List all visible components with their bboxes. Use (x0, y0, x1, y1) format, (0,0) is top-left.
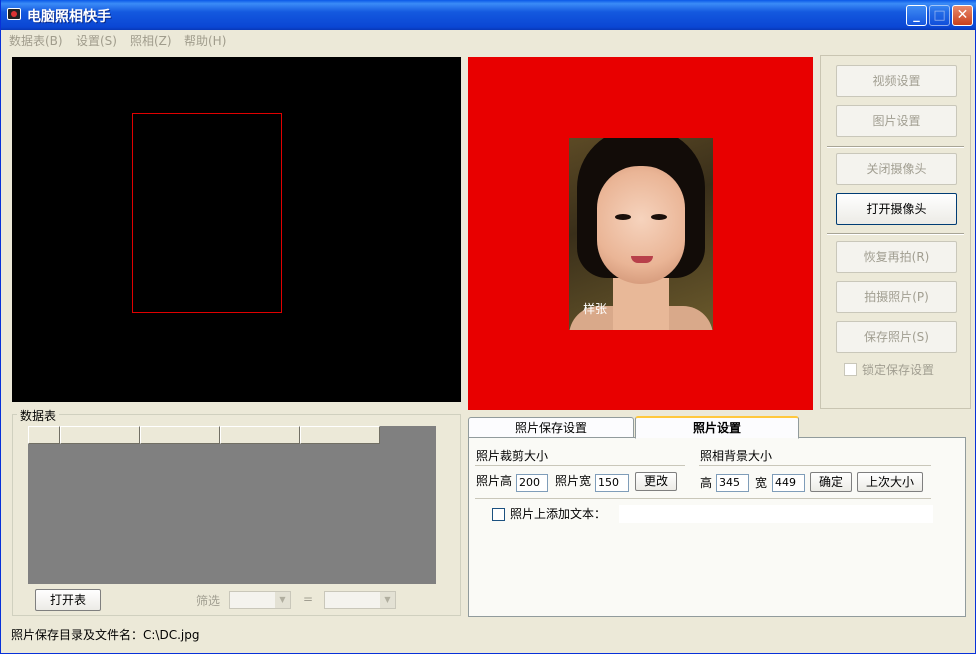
bg-width-input[interactable]: 449 (772, 474, 805, 492)
menu-bar: 数据表(B) 设置(S) 照相(Z) 帮助(H) (1, 30, 976, 50)
photo-height-input[interactable]: 200 (516, 474, 548, 492)
image-settings-button[interactable]: 图片设置 (836, 105, 957, 137)
photo-width-input[interactable]: 150 (595, 474, 629, 492)
add-text-checkbox[interactable] (492, 508, 505, 521)
sample-label: 样张 (583, 302, 608, 316)
divider (475, 465, 685, 466)
take-photo-button[interactable]: 拍摄照片(P) (836, 281, 957, 313)
photo-settings-pane: 照片裁剪大小 照相背景大小 照片高 200 照片宽 150 更改 高 345 宽… (468, 437, 966, 617)
divider (827, 233, 964, 235)
photo-neck (613, 278, 669, 330)
photo-mouth (631, 256, 653, 263)
last-size-button[interactable]: 上次大小 (857, 472, 923, 492)
background-size-title: 照相背景大小 (700, 449, 773, 463)
crop-rectangle[interactable] (132, 113, 282, 313)
divider (827, 146, 964, 148)
app-window: 电脑照相快手 _ □ ✕ 数据表(B) 设置(S) 照相(Z) 帮助(H) 样张… (0, 0, 976, 654)
chevron-down-icon: ▼ (275, 592, 290, 608)
maximize-icon: □ (933, 8, 946, 23)
photo-right-eye (651, 214, 667, 220)
status-bar-panel (909, 624, 975, 644)
confirm-button[interactable]: 确定 (810, 472, 852, 492)
status-bar: 照片保存目录及文件名：C:\DC.jpg (1, 620, 976, 653)
open-table-button[interactable]: 打开表 (35, 589, 101, 611)
close-camera-button[interactable]: 关闭摄像头 (836, 153, 957, 185)
crop-size-title: 照片裁剪大小 (476, 449, 549, 463)
photo-width-label: 照片宽 (555, 474, 592, 488)
chevron-down-icon: ▼ (380, 592, 395, 608)
menu-settings[interactable]: 设置(S) (76, 32, 117, 49)
camera-app-icon[interactable] (7, 8, 21, 20)
lock-save-settings-checkbox[interactable] (844, 363, 857, 376)
grid-column-header[interactable] (60, 426, 140, 444)
divider (475, 498, 931, 499)
grid-column-header[interactable] (300, 426, 380, 444)
minimize-button[interactable]: _ (906, 5, 927, 26)
maximize-button[interactable]: □ (929, 5, 950, 26)
divider (699, 465, 931, 466)
photo-left-eye (615, 214, 631, 220)
save-photo-button[interactable]: 保存照片(S) (836, 321, 957, 353)
data-grid[interactable] (28, 426, 436, 584)
lock-save-settings-label: 锁定保存设置 (862, 363, 935, 377)
menu-camera[interactable]: 照相(Z) (130, 32, 172, 49)
grid-row-header[interactable] (28, 426, 60, 444)
change-size-button[interactable]: 更改 (635, 472, 677, 491)
add-text-label: 照片上添加文本： (510, 507, 607, 521)
video-settings-button[interactable]: 视频设置 (836, 65, 957, 97)
bg-width-label: 宽 (755, 476, 768, 490)
photo-face (597, 166, 685, 284)
menu-datatable[interactable]: 数据表(B) (9, 32, 63, 49)
filter-field-select[interactable]: ▼ (229, 591, 291, 609)
add-text-input[interactable] (619, 505, 933, 523)
grid-column-header[interactable] (140, 426, 220, 444)
photo-preview-background: 样张 (468, 57, 813, 410)
bg-height-label: 高 (700, 476, 713, 490)
title-bar[interactable]: 电脑照相快手 _ □ ✕ (1, 0, 976, 30)
menu-help[interactable]: 帮助(H) (184, 32, 226, 49)
photo-height-label: 照片高 (476, 474, 513, 488)
tab-photo-save-settings[interactable]: 照片保存设置 (468, 417, 634, 438)
datatable-group-title: 数据表 (17, 407, 60, 424)
save-path-status: 照片保存目录及文件名：C:\DC.jpg (11, 628, 200, 642)
filter-value-select[interactable]: ▼ (324, 591, 396, 609)
tab-photo-settings[interactable]: 照片设置 (635, 416, 799, 439)
close-button[interactable]: ✕ (952, 5, 973, 26)
grid-column-header[interactable] (220, 426, 300, 444)
retake-button[interactable]: 恢复再拍(R) (836, 241, 957, 273)
bg-height-input[interactable]: 345 (716, 474, 749, 492)
equals-label: = (303, 592, 314, 606)
close-icon: ✕ (956, 7, 969, 23)
filter-label: 筛选 (196, 594, 221, 608)
window-title: 电脑照相快手 (27, 9, 111, 25)
camera-preview[interactable] (12, 57, 461, 402)
sample-photo: 样张 (569, 138, 713, 330)
open-camera-button[interactable]: 打开摄像头 (836, 193, 957, 225)
minimize-icon: _ (913, 8, 920, 23)
